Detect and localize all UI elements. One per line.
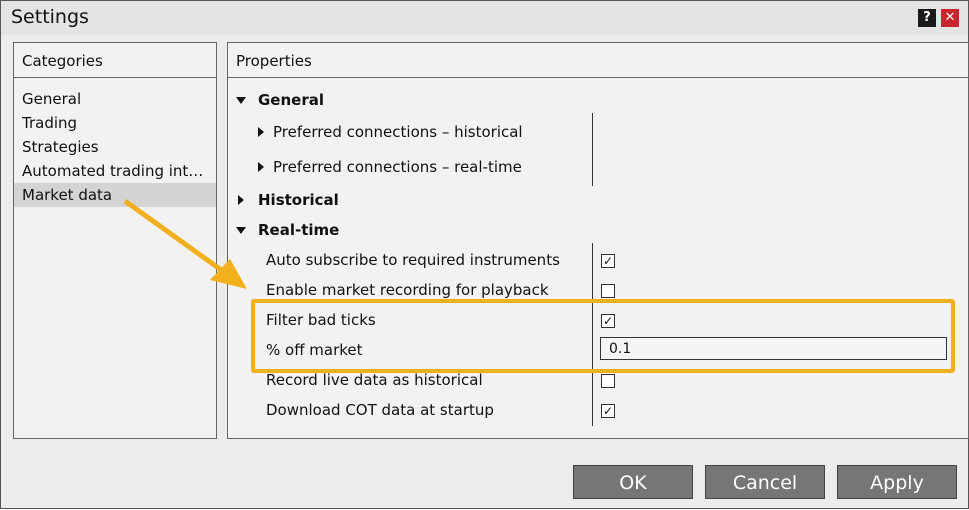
settings-window: Settings ? ✕ Categories General Trading … xyxy=(0,0,969,509)
ok-button[interactable]: OK xyxy=(573,465,693,499)
cancel-button[interactable]: Cancel xyxy=(705,465,825,499)
annotation-arrow-icon xyxy=(123,198,247,289)
apply-button[interactable]: Apply xyxy=(837,465,957,499)
